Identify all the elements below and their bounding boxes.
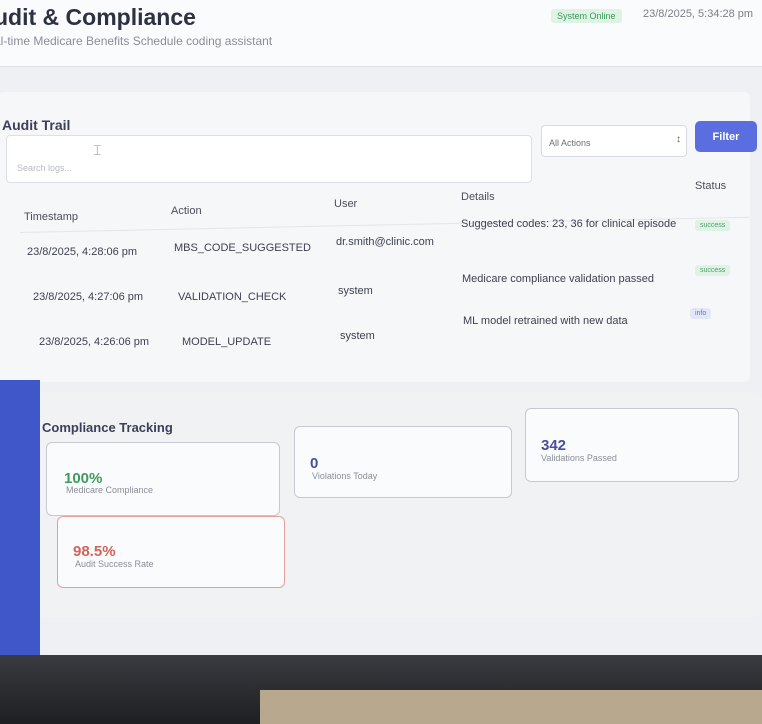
row-action: VALIDATION_CHECK [178,291,287,303]
validations-passed-card: 342 Validations Passed [525,408,739,482]
column-header-status: Status [695,180,727,192]
action-filter-select[interactable]: All Actions ↕ [541,125,687,157]
row-timestamp: 23/8/2025, 4:26:06 pm [39,336,150,348]
page-header: udit & Compliance al-time Medicare Benef… [0,0,762,67]
row-timestamp: 23/8/2025, 4:27:06 pm [33,291,144,303]
page-title: udit & Compliance [0,4,196,30]
text-cursor-icon: ⌶ [93,142,102,158]
card-label: Validations Passed [541,453,617,463]
select-arrows-icon: ↕ [676,134,681,145]
row-user: system [338,285,373,297]
system-status-badge: System Online [551,9,622,23]
row-details: Medicare compliance validation passed [462,273,654,285]
card-value: 0 [310,455,319,472]
card-label: Audit Success Rate [75,559,154,569]
page-subtitle: al-time Medicare Benefits Schedule codin… [0,34,273,48]
status-badge: success [695,265,731,276]
desk-surface [260,690,762,724]
row-action: MBS_CODE_SUGGESTED [174,242,311,254]
app-screen: udit & Compliance al-time Medicare Benef… [0,0,762,690]
status-badge: info [690,308,712,319]
row-action: MODEL_UPDATE [182,336,272,348]
search-placeholder: Search logs... [17,163,73,173]
column-header-timestamp: Timestamp [24,211,78,223]
row-user: dr.smith@clinic.com [336,236,434,248]
current-datetime: 23/8/2025, 5:34:28 pm [643,8,754,20]
column-header-action: Action [171,205,202,217]
row-user: system [340,330,375,342]
medicare-compliance-card: 100% Medicare Compliance [46,442,280,516]
audit-success-card: 98.5% Audit Success Rate [57,516,285,588]
sidebar-edge [0,380,40,680]
card-value: 98.5% [73,543,116,560]
audit-trail-title: Audit Trail [2,117,71,133]
compliance-title: Compliance Tracking [42,420,173,435]
card-value: 342 [541,437,567,454]
row-details: Suggested codes: 23, 36 for clinical epi… [461,218,677,230]
column-header-user: User [334,198,358,210]
action-filter-value: All Actions [549,138,591,148]
row-details: ML model retrained with new data [463,315,628,327]
violations-today-card: 0 Violations Today [294,426,512,498]
column-header-details: Details [461,191,495,203]
row-timestamp: 23/8/2025, 4:28:06 pm [27,246,138,258]
filter-button[interactable]: Filter [695,121,757,152]
search-input[interactable]: ⌶ Search logs... [6,135,532,183]
status-badge: success [695,220,731,231]
card-label: Violations Today [312,471,378,481]
card-label: Medicare Compliance [66,485,154,495]
